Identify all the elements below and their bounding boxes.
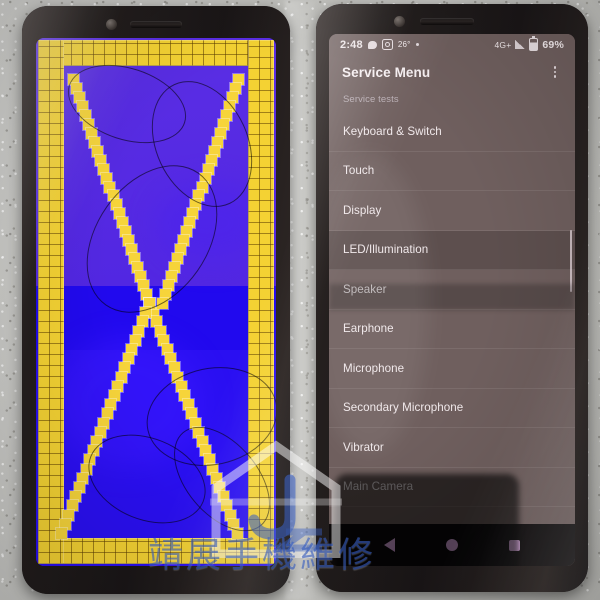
vignette bbox=[0, 0, 600, 600]
screenshot-stage: 2:48 26° 4G+ 69% Service Men bbox=[0, 0, 600, 600]
